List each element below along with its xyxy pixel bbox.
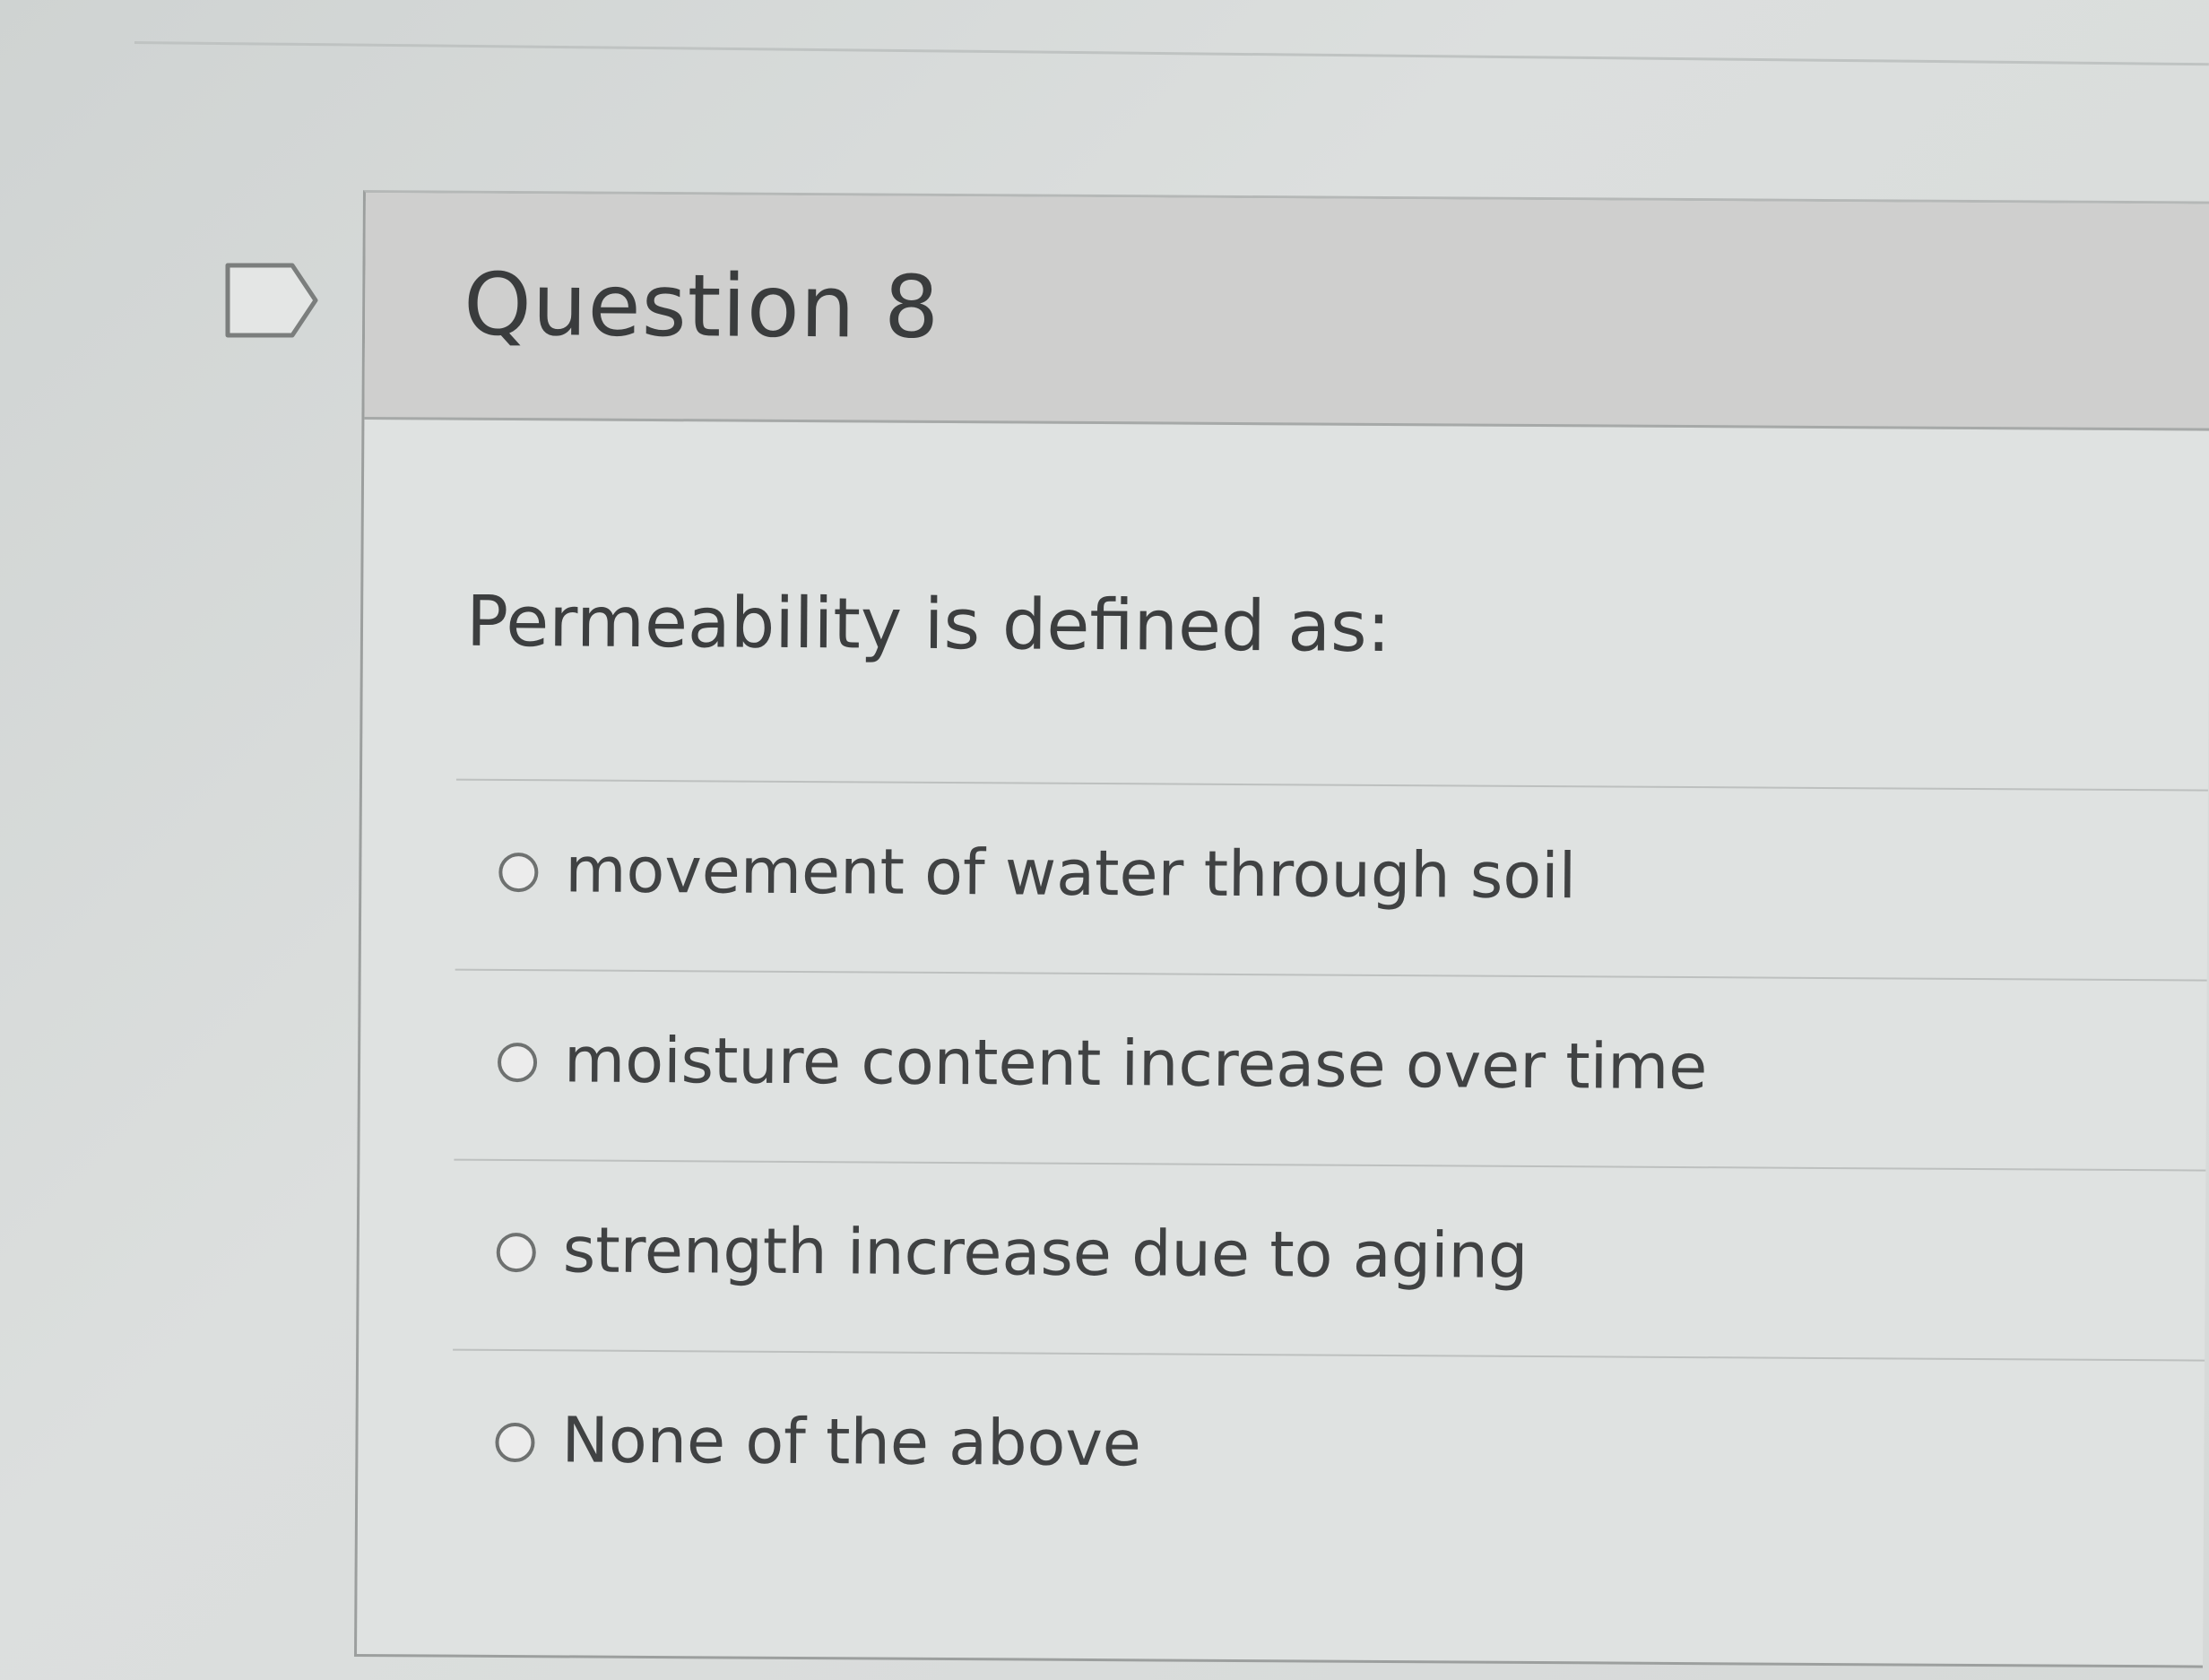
answer-option[interactable]: moisture content increase over time [454,968,2207,1170]
answer-list: movement of water through soil moisture … [451,778,2208,1550]
question-prompt: Permeability is defined as: [465,581,1391,669]
question-card: Question 8 Permeability is defined as: m… [354,190,2209,1668]
answer-label[interactable]: None of the above [561,1403,1141,1480]
question-title: Question 8 [463,254,940,358]
answer-label[interactable]: strength increase due to aging [563,1213,1529,1293]
radio-button[interactable] [495,1422,535,1463]
quiz-page: Question 8 Permeability is defined as: m… [0,0,2209,1680]
answer-option[interactable]: strength increase due to aging [453,1158,2206,1360]
radio-button[interactable] [496,1232,536,1273]
question-body: Permeability is defined as: movement of … [357,420,2209,1666]
divider [134,41,2209,66]
answer-label[interactable]: movement of water through soil [565,833,1576,913]
answer-option[interactable]: movement of water through soil [455,778,2208,980]
answer-option[interactable]: None of the above [451,1348,2205,1550]
answer-label[interactable]: moisture content increase over time [564,1023,1708,1104]
radio-button[interactable] [498,852,539,893]
question-header: Question 8 [364,193,2209,431]
flag-question-icon[interactable] [222,260,321,341]
radio-button[interactable] [497,1042,538,1083]
